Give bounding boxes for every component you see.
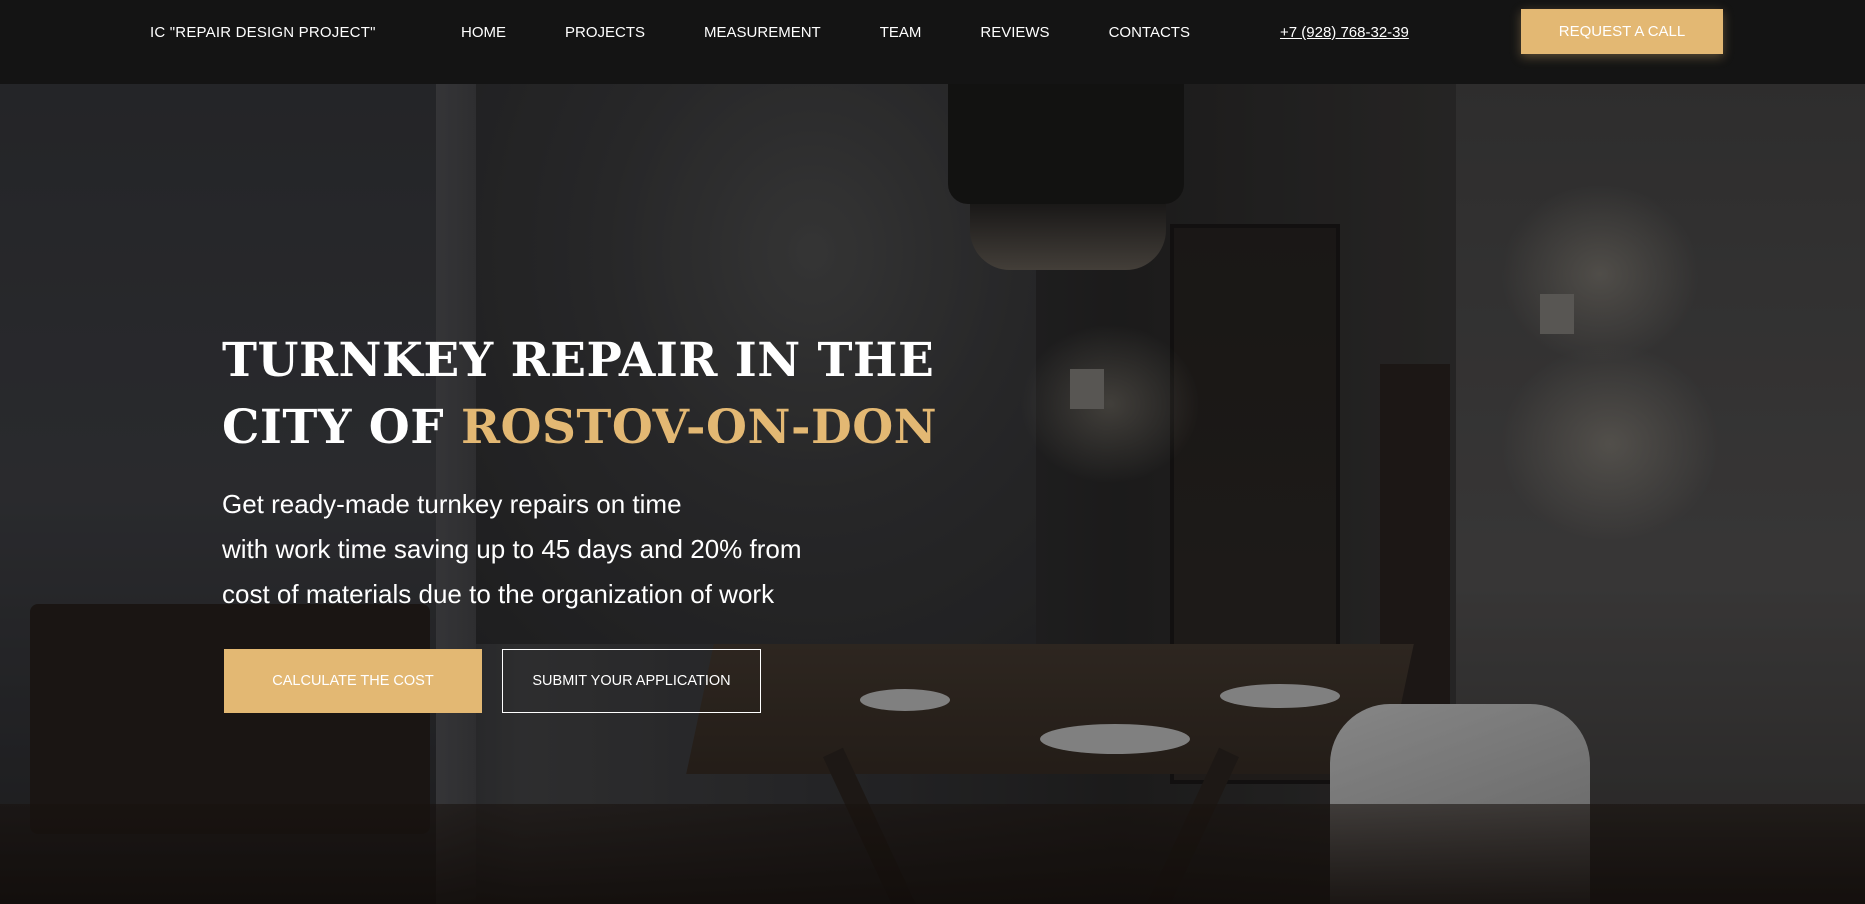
hero-subtitle-line: Get ready-made turnkey repairs on time xyxy=(222,489,682,519)
hero-subtitle: Get ready-made turnkey repairs on time w… xyxy=(222,482,922,617)
hero-title: TURNKEY REPAIR IN THE CITY OF ROSTOV-ON-… xyxy=(222,327,937,461)
hero-section: TURNKEY REPAIR IN THE CITY OF ROSTOV-ON-… xyxy=(0,84,1865,904)
nav-item-home[interactable]: HOME xyxy=(461,24,506,41)
hero-subtitle-line: cost of materials due to the organizatio… xyxy=(222,579,775,609)
nav-item-reviews[interactable]: REVIEWS xyxy=(980,24,1049,41)
nav-item-projects[interactable]: PROJECTS xyxy=(565,24,645,41)
company-logo[interactable]: IC "REPAIR DESIGN PROJECT" xyxy=(150,24,376,41)
nav-item-contacts[interactable]: CONTACTS xyxy=(1109,24,1190,41)
hero-title-line1: TURNKEY REPAIR IN THE xyxy=(222,333,935,388)
submit-application-button[interactable]: SUBMIT YOUR APPLICATION xyxy=(502,649,761,713)
request-call-button[interactable]: REQUEST A CALL xyxy=(1521,9,1723,54)
calculate-cost-button[interactable]: CALCULATE THE COST xyxy=(224,649,482,713)
phone-link[interactable]: +7 (928) 768-32-39 xyxy=(1280,24,1409,41)
hero-title-line2: CITY OF xyxy=(222,400,461,455)
nav-item-team[interactable]: TEAM xyxy=(880,24,922,41)
site-header: IC "REPAIR DESIGN PROJECT" HOME PROJECTS… xyxy=(0,0,1865,84)
nav-item-measurement[interactable]: MEASUREMENT xyxy=(704,24,821,41)
hero-subtitle-line: with work time saving up to 45 days and … xyxy=(222,534,802,564)
main-nav: HOME PROJECTS MEASUREMENT TEAM REVIEWS C… xyxy=(461,24,1190,41)
hero-title-city: ROSTOV-ON-DON xyxy=(460,400,938,455)
